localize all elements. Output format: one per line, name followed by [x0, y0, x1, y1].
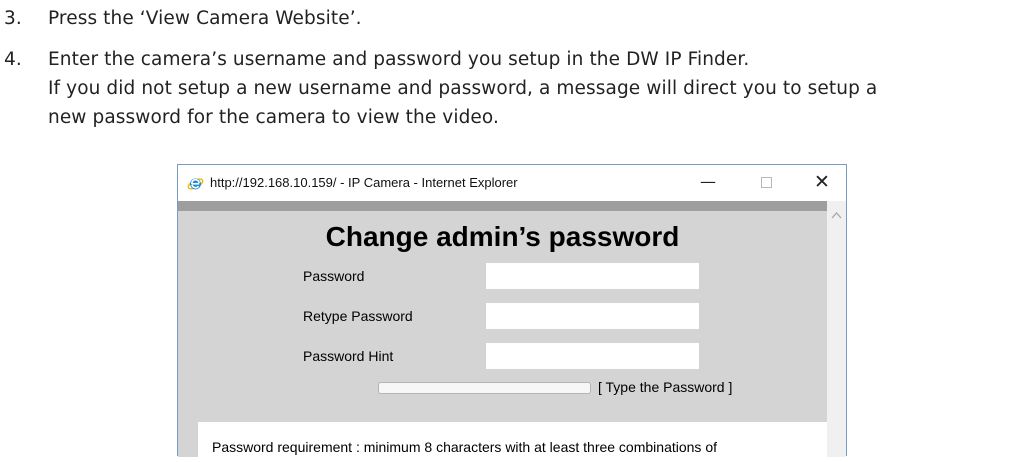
window-title: http://192.168.10.159/ - IP Camera - Int… [210, 175, 518, 190]
step-3-number: 3. [4, 8, 22, 29]
step-4-line-2: If you did not setup a new username and … [48, 78, 878, 99]
step-4-number: 4. [4, 49, 22, 70]
step-4-text: Enter the camera’s username and password… [48, 45, 877, 132]
password-field[interactable] [486, 263, 699, 289]
password-strength-text: [ Type the Password ] [598, 379, 733, 395]
page-top-strip [178, 201, 827, 211]
maximize-icon [760, 177, 772, 188]
maximize-button[interactable] [746, 165, 786, 199]
retype-password-label: Retype Password [303, 308, 413, 324]
minimize-button[interactable]: — [688, 165, 728, 199]
step-4-line-3: new password for the camera to view the … [48, 107, 499, 128]
page-title: Change admin’s password [325, 221, 680, 252]
browser-window: http://192.168.10.159/ - IP Camera - Int… [177, 164, 847, 462]
retype-password-field[interactable] [486, 303, 699, 329]
password-hint-field[interactable] [486, 343, 699, 369]
internet-explorer-icon [187, 178, 204, 190]
step-3-text: Press the ‘View Camera Website’. [48, 8, 362, 29]
password-hint-label: Password Hint [303, 348, 394, 364]
vertical-scrollbar[interactable] [827, 201, 846, 457]
scroll-up-icon[interactable] [831, 211, 842, 219]
minimize-icon: — [700, 172, 716, 191]
password-strength-bar [378, 382, 591, 394]
password-label: Password [303, 268, 365, 284]
window-titlebar[interactable]: http://192.168.10.159/ - IP Camera - Int… [178, 165, 846, 201]
password-requirement-box: Password requirement : minimum 8 charact… [198, 422, 827, 462]
close-button[interactable]: ✕ [802, 165, 842, 199]
step-4-line-1: Enter the camera’s username and password… [48, 49, 750, 70]
close-icon: ✕ [814, 171, 830, 193]
page-content: Change admin’s password Password Retype … [178, 211, 827, 462]
password-requirement-text: Password requirement : minimum 8 charact… [212, 439, 717, 455]
